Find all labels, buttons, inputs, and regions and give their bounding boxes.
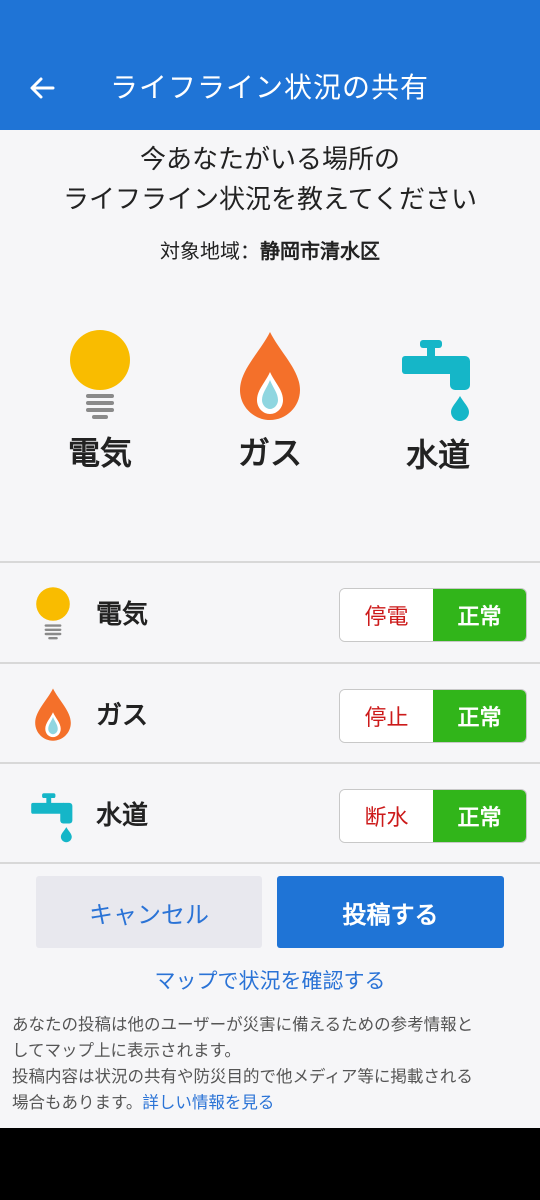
toggle-option-normal[interactable]: 正常 bbox=[433, 589, 526, 641]
lightbulb-icon bbox=[70, 330, 130, 419]
region-label: 対象地域： bbox=[160, 239, 260, 263]
details-link[interactable]: 詳しい情報を見る bbox=[142, 1093, 274, 1112]
divider bbox=[0, 862, 540, 864]
row-label: ガス bbox=[96, 701, 149, 731]
lightbulb-icon bbox=[36, 587, 70, 640]
notice-line-2: してマップ上に表示されます。 bbox=[12, 1041, 241, 1060]
flame-icon bbox=[35, 688, 71, 741]
notice-line-3: 投稿内容は状況の共有や防災目的で他メディア等に掲載される bbox=[12, 1067, 473, 1086]
intro-text: 今あなたがいる場所の ライフライン状況を教えてください bbox=[0, 140, 540, 220]
map-status-link[interactable]: マップで状況を確認する bbox=[0, 965, 540, 995]
divider bbox=[0, 762, 540, 764]
toggle-option-water-outage[interactable]: 断水 bbox=[340, 790, 433, 842]
row-label: 電気 bbox=[96, 600, 149, 630]
overview-label: 水道 bbox=[405, 436, 470, 474]
post-button[interactable]: 投稿する bbox=[277, 876, 504, 948]
overview-gas: ガス bbox=[190, 330, 350, 474]
row-water: 水道 断水 正常 bbox=[0, 765, 540, 863]
system-nav-bar bbox=[0, 1128, 540, 1200]
notice-text: あなたの投稿は他のユーザーが災害に備えるための参考情報と してマップ上に表示され… bbox=[12, 1012, 528, 1116]
row-electricity: 電気 停電 正常 bbox=[0, 564, 540, 662]
status-toggle: 断水 正常 bbox=[339, 789, 527, 843]
divider bbox=[0, 561, 540, 563]
faucet-icon bbox=[31, 793, 73, 843]
notice-line-4-text: 場合もあります。 bbox=[12, 1093, 143, 1112]
target-region: 対象地域：静岡市清水区 bbox=[0, 235, 540, 264]
status-toggle: 停止 正常 bbox=[339, 689, 527, 743]
row-gas: ガス 停止 正常 bbox=[0, 665, 540, 763]
intro-line-1: 今あなたがいる場所の bbox=[139, 145, 400, 175]
notice-line-1: あなたの投稿は他のユーザーが災害に備えるための参考情報と bbox=[12, 1015, 474, 1034]
faucet-icon bbox=[402, 340, 470, 421]
notice-line-4: 場合もあります。詳しい情報を見る bbox=[12, 1090, 528, 1116]
region-value: 静岡市清水区 bbox=[260, 239, 380, 263]
toggle-option-normal[interactable]: 正常 bbox=[433, 690, 526, 742]
app-bar: ライフライン状況の共有 bbox=[0, 0, 540, 130]
flame-icon bbox=[240, 332, 300, 420]
toggle-option-normal[interactable]: 正常 bbox=[433, 790, 526, 842]
cancel-button[interactable]: キャンセル bbox=[36, 876, 262, 948]
overview-electricity: 電気 bbox=[20, 330, 180, 474]
arrow-left-icon bbox=[30, 77, 55, 99]
page-title: ライフライン状況の共有 bbox=[110, 71, 430, 104]
overview-label: ガス bbox=[237, 434, 302, 472]
overview-label: 電気 bbox=[67, 434, 132, 472]
divider bbox=[0, 662, 540, 664]
toggle-option-stopped[interactable]: 停止 bbox=[340, 690, 433, 742]
toggle-option-outage[interactable]: 停電 bbox=[340, 589, 433, 641]
row-label: 水道 bbox=[96, 801, 149, 831]
lifeline-overview: 電気 ガス 水道 bbox=[0, 330, 540, 500]
back-button[interactable] bbox=[22, 68, 62, 108]
status-toggle: 停電 正常 bbox=[339, 588, 527, 642]
overview-water: 水道 bbox=[358, 330, 518, 476]
intro-line-2: ライフライン状況を教えてください bbox=[63, 185, 477, 215]
